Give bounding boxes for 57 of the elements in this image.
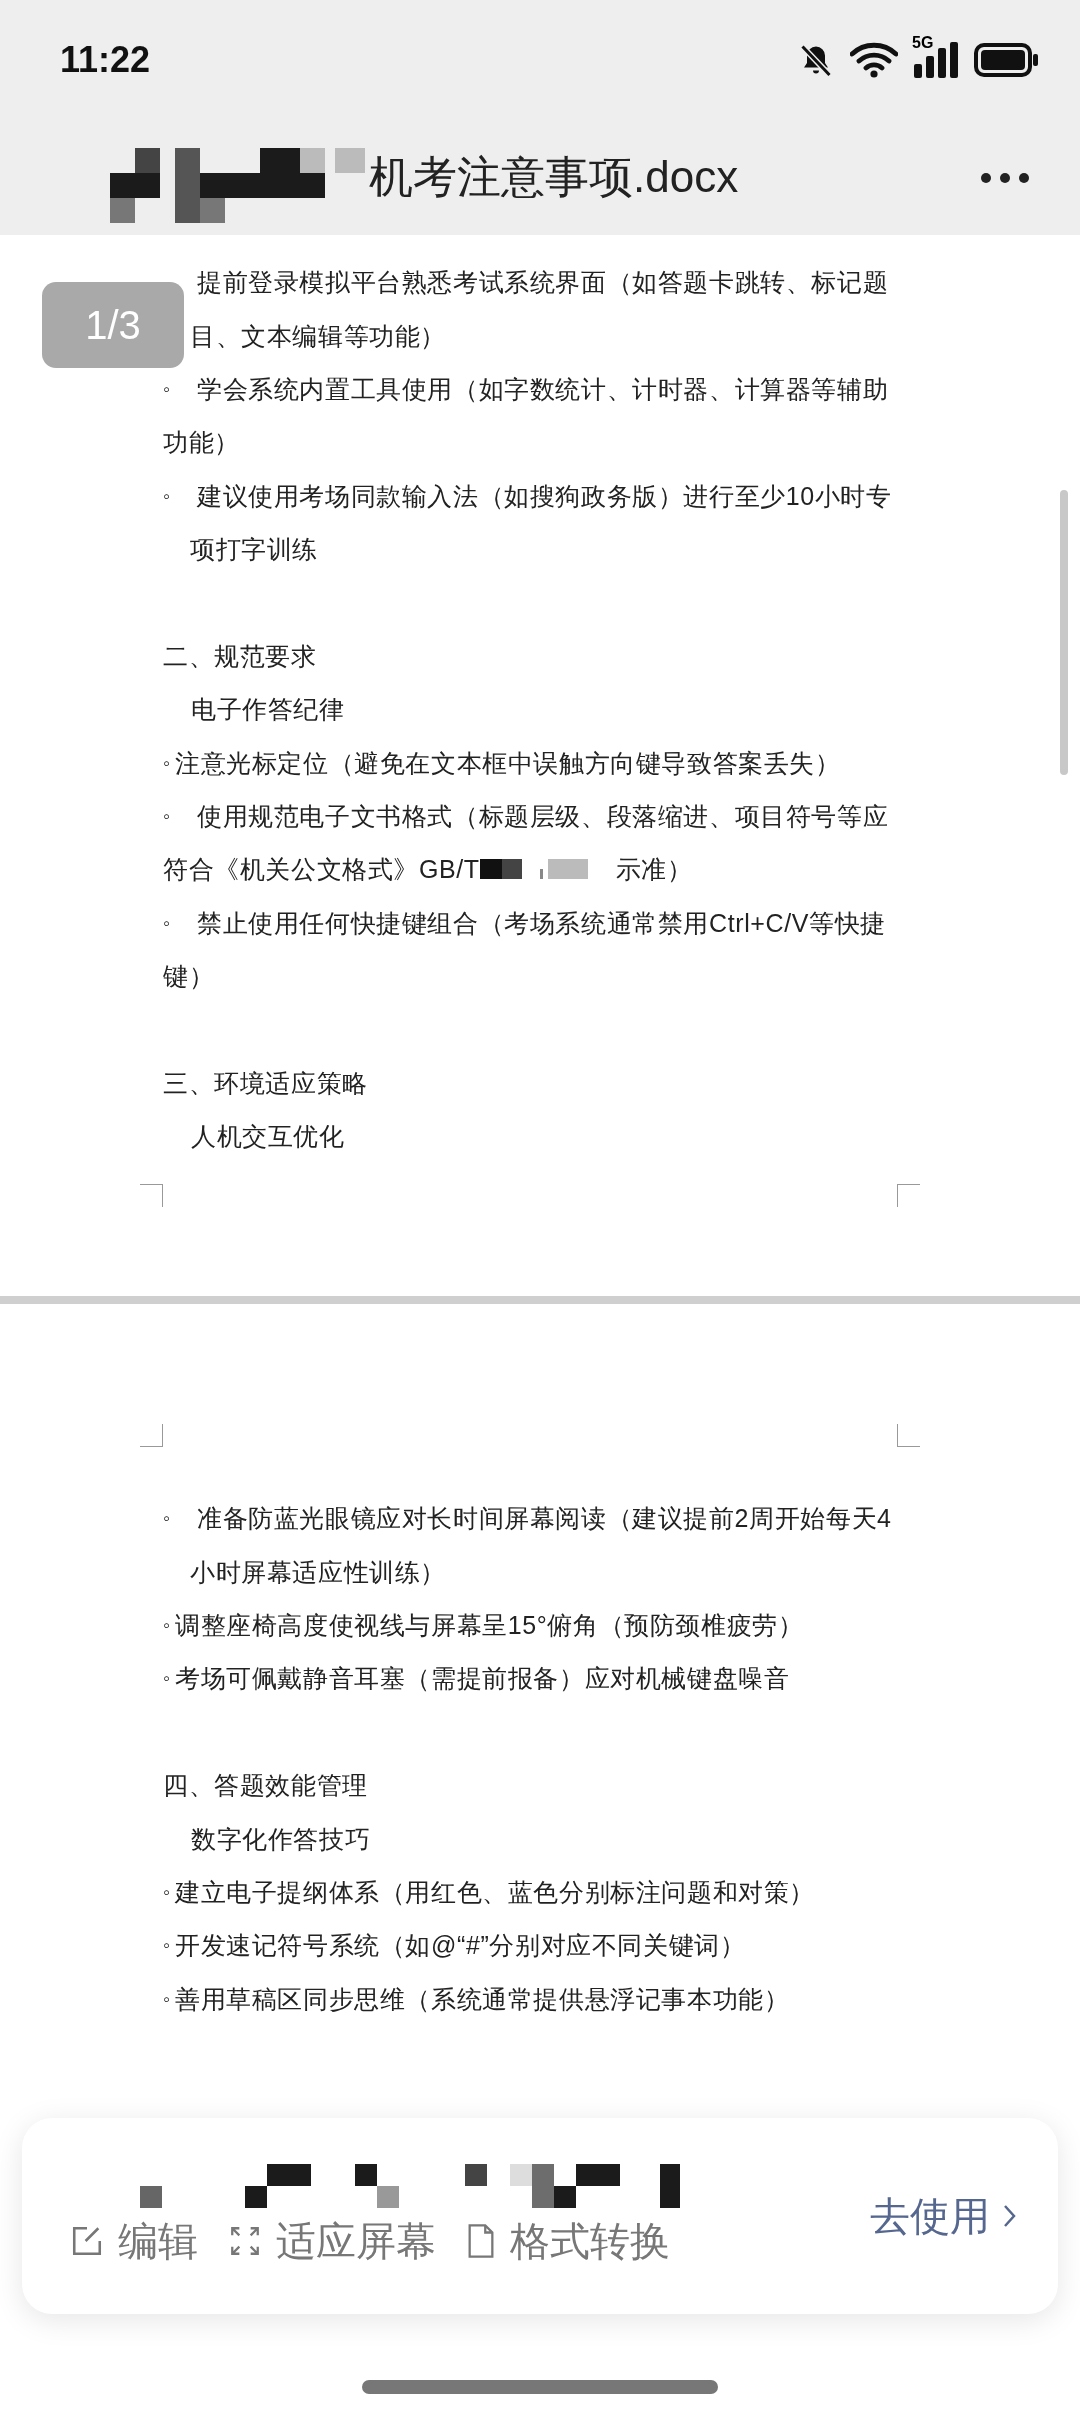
bullet-marker: ◦ [163, 1987, 171, 2010]
home-indicator[interactable] [362, 2380, 718, 2394]
toolbar-action[interactable]: 格式转换 [466, 2213, 670, 2269]
bullet-marker: ◦ [163, 1934, 171, 1957]
toolbar-action[interactable]: 适应屏幕 [228, 2213, 436, 2269]
paragraph-line: 学会系统内置工具使用（如字数统计、计时器、计算器等辅助 [197, 373, 889, 405]
paragraph-line: 提前登录模拟平台熟悉考试系统界面（如答题卡跳转、标记题 [197, 267, 889, 299]
section-heading: 三、环境适应策略 [163, 1068, 368, 1100]
wifi-icon [850, 42, 898, 78]
use-link[interactable]: 去使用 [870, 2188, 1018, 2244]
bullet-marker: ◦ [163, 377, 171, 400]
section-heading: 二、规范要求 [163, 640, 317, 672]
paragraph-line: 目、文本编辑等功能） [190, 320, 446, 352]
paragraph-line: 项打字训练 [190, 534, 318, 566]
paragraph-line: 符合《机关公文格式》GB/T [163, 854, 480, 886]
paragraph-line: 禁止使用任何快捷键组合（考场系统通常禁用Ctrl+C/V等快捷 [197, 907, 886, 939]
more-options-icon[interactable] [980, 171, 1030, 184]
file-icon [466, 2224, 496, 2258]
paragraph-line: 准备防蓝光眼镜应对长时间屏幕阅读（建议提前2周开始每天4 [197, 1503, 892, 1535]
corner-mark [140, 1424, 163, 1447]
clock-time: 11:22 [60, 39, 151, 81]
bullet-marker: ◦ [163, 911, 171, 934]
paragraph-line: 示准） [615, 854, 693, 886]
expand-icon [228, 2224, 262, 2258]
paragraph-line: 善用草稿区同步思维（系统通常提供悬浮记事本功能） [175, 1983, 790, 2015]
corner-mark [140, 1183, 163, 1207]
subheading: 电子作答纪律 [191, 694, 345, 726]
paragraph-line: 小时屏幕适应性训练） [190, 1556, 446, 1588]
paragraph-line: 调整座椅高度使视线与屏幕呈15°俯角（预防颈椎疲劳） [175, 1609, 804, 1641]
bullet-marker: ◦ [163, 1613, 171, 1636]
page-indicator: 1/3 [42, 282, 184, 368]
paragraph-line: 功能） [163, 427, 240, 459]
paragraph-line: 键） [163, 961, 215, 993]
muted-bell-icon [798, 42, 834, 78]
bullet-marker: ◦ [163, 1507, 171, 1530]
network-label: 5G [912, 34, 934, 52]
document-title: 机考注意事项.docx [369, 151, 739, 203]
corner-mark [897, 1424, 920, 1447]
corner-mark [897, 1183, 920, 1207]
edit-icon [70, 2224, 104, 2258]
paragraph-line: 注意光标定位（避免在文本框中误触方向键导致答案丢失） [175, 747, 841, 779]
paragraph-line: 使用规范电子文书格式（标题层级、段落缩进、项目符号等应 [197, 801, 889, 833]
paragraph-line: 考场可佩戴静音耳塞（需提前报备）应对机械键盘噪音 [175, 1663, 790, 1695]
bullet-marker: ◦ [163, 1880, 171, 1903]
paragraph-line: 建议使用考场同款输入法（如搜狗政务版）进行至少10小时专 [197, 480, 892, 512]
bullet-marker: ◦ [163, 805, 171, 828]
paragraph-line: 开发速记符号系统（如@“#”分别对应不同关键词） [175, 1930, 746, 1962]
bullet-marker: ◦ [163, 1667, 171, 1690]
paragraph-line: 建立电子提纲体系（用红色、蓝色分别标注问题和对策） [175, 1876, 815, 1908]
section-heading: 四、答题效能管理 [163, 1770, 368, 1802]
subheading: 人机交互优化 [191, 1121, 345, 1153]
bullet-marker: ◦ [163, 751, 171, 774]
scrollbar[interactable] [1060, 490, 1068, 775]
bullet-marker: ◦ [163, 484, 171, 507]
battery-icon [974, 43, 1040, 77]
subheading: 数字化作答技巧 [191, 1823, 371, 1855]
toolbar-action[interactable]: 编辑 [70, 2213, 198, 2269]
